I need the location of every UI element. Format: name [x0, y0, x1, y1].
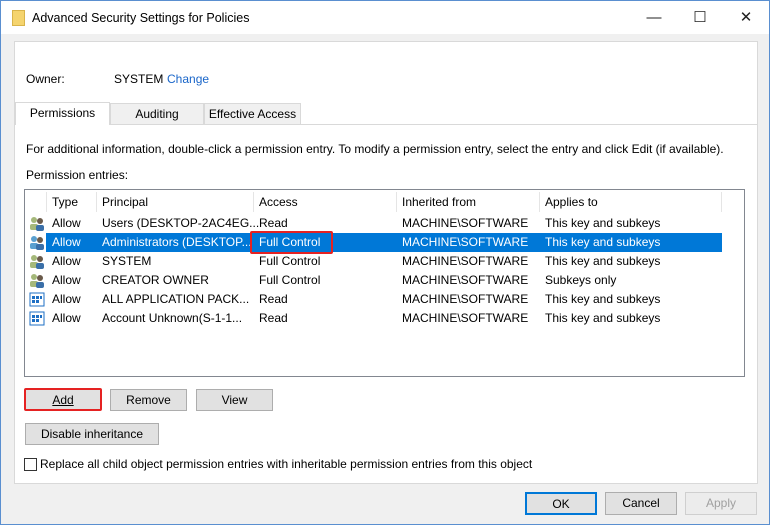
permission-entry-row[interactable]: Allow SYSTEM Full Control MACHINE\SOFTWARE T…	[25, 252, 744, 271]
cell-access: Full Control	[259, 273, 321, 287]
users-icon	[30, 255, 44, 269]
cell-principal: Users (DESKTOP-2AC4EG...	[102, 216, 260, 230]
cell-type: Allow	[52, 216, 81, 230]
cell-principal: CREATOR OWNER	[102, 273, 209, 287]
add-label: Add	[52, 393, 74, 407]
column-header-access[interactable]: Access	[259, 192, 298, 212]
users-icon	[30, 236, 44, 250]
users-icon	[30, 274, 44, 288]
cell-applies: This key and subkeys	[545, 254, 661, 268]
view-button[interactable]: View	[196, 389, 273, 411]
column-divider[interactable]	[96, 192, 97, 212]
disable-inheritance-button[interactable]: Disable inheritance	[25, 423, 159, 445]
app-package-icon	[29, 311, 45, 326]
column-divider[interactable]	[396, 192, 397, 212]
owner-label: Owner:	[26, 72, 65, 86]
cell-access: Full Control	[259, 254, 321, 268]
permission-entry-row[interactable]: Allow CREATOR OWNER Full Control MACHINE\SO…	[25, 271, 744, 290]
info-text: For additional information, double-click…	[26, 142, 724, 156]
cell-type: Allow	[52, 273, 81, 287]
cell-inherited: MACHINE\SOFTWARE	[402, 216, 529, 230]
cell-principal: SYSTEM	[102, 254, 152, 268]
column-header-applies-to[interactable]: Applies to	[545, 192, 598, 212]
change-owner-link[interactable]: Change	[167, 72, 209, 86]
highlight-box-access	[250, 231, 333, 254]
cell-type: Allow	[52, 311, 81, 325]
cell-applies: Subkeys only	[545, 273, 617, 287]
tab-auditing[interactable]: Auditing	[110, 103, 204, 125]
tab-permissions[interactable]: Permissions	[15, 102, 110, 125]
ok-button[interactable]: OK	[525, 492, 597, 515]
replace-checkbox-label[interactable]: Replace all child object permission entr…	[40, 457, 532, 471]
column-divider[interactable]	[46, 192, 47, 212]
apply-button[interactable]: Apply	[685, 492, 757, 515]
replace-checkbox[interactable]	[24, 458, 37, 471]
column-divider[interactable]	[253, 192, 254, 212]
close-button[interactable]: ✕	[723, 1, 769, 34]
window-title: Advanced Security Settings for Policies	[32, 11, 250, 25]
column-header-principal[interactable]: Principal	[102, 192, 148, 212]
column-divider[interactable]	[539, 192, 540, 212]
cell-access: Read	[259, 292, 288, 306]
cell-inherited: MACHINE\SOFTWARE	[402, 235, 529, 249]
cell-inherited: MACHINE\SOFTWARE	[402, 254, 529, 268]
cell-applies: This key and subkeys	[545, 292, 661, 306]
cell-type: Allow	[52, 292, 81, 306]
cell-type: Allow	[52, 254, 81, 268]
cell-principal: Administrators (DESKTOP...	[102, 235, 252, 249]
column-header-inherited-from[interactable]: Inherited from	[402, 192, 476, 212]
cell-applies: This key and subkeys	[545, 216, 661, 230]
cell-inherited: MACHINE\SOFTWARE	[402, 273, 529, 287]
cancel-button[interactable]: Cancel	[605, 492, 677, 515]
permission-entries-label: Permission entries:	[26, 168, 129, 182]
permission-entry-row[interactable]: Allow Administrators (DESKTOP... Full Cont…	[25, 233, 744, 252]
folder-icon	[12, 10, 25, 26]
add-button[interactable]: Add	[24, 388, 102, 411]
minimize-button[interactable]: —	[631, 1, 677, 34]
column-divider[interactable]	[721, 192, 722, 212]
users-icon	[30, 217, 44, 231]
cell-inherited: MACHINE\SOFTWARE	[402, 292, 529, 306]
permission-entry-row[interactable]: Allow Account Unknown(S-1-1... Read MACHINE…	[25, 309, 744, 328]
cell-inherited: MACHINE\SOFTWARE	[402, 311, 529, 325]
owner-value: SYSTEM	[114, 72, 164, 86]
cell-applies: This key and subkeys	[545, 311, 661, 325]
cell-principal: Account Unknown(S-1-1...	[102, 311, 243, 325]
column-header-type[interactable]: Type	[52, 192, 78, 212]
remove-button[interactable]: Remove	[110, 389, 187, 411]
cell-principal: ALL APPLICATION PACK...	[102, 292, 250, 306]
maximize-button[interactable]: ☐	[677, 1, 723, 34]
cell-type: Allow	[52, 235, 81, 249]
tab-effective-access[interactable]: Effective Access	[204, 103, 301, 125]
permission-entry-row[interactable]: Allow ALL APPLICATION PACK... Read MACHINE\…	[25, 290, 744, 309]
permission-entry-row[interactable]: Allow Users (DESKTOP-2AC4EG... Read MACHINE…	[25, 214, 744, 233]
cell-applies: This key and subkeys	[545, 235, 661, 249]
app-package-icon	[29, 292, 45, 307]
cell-access: Read	[259, 311, 288, 325]
